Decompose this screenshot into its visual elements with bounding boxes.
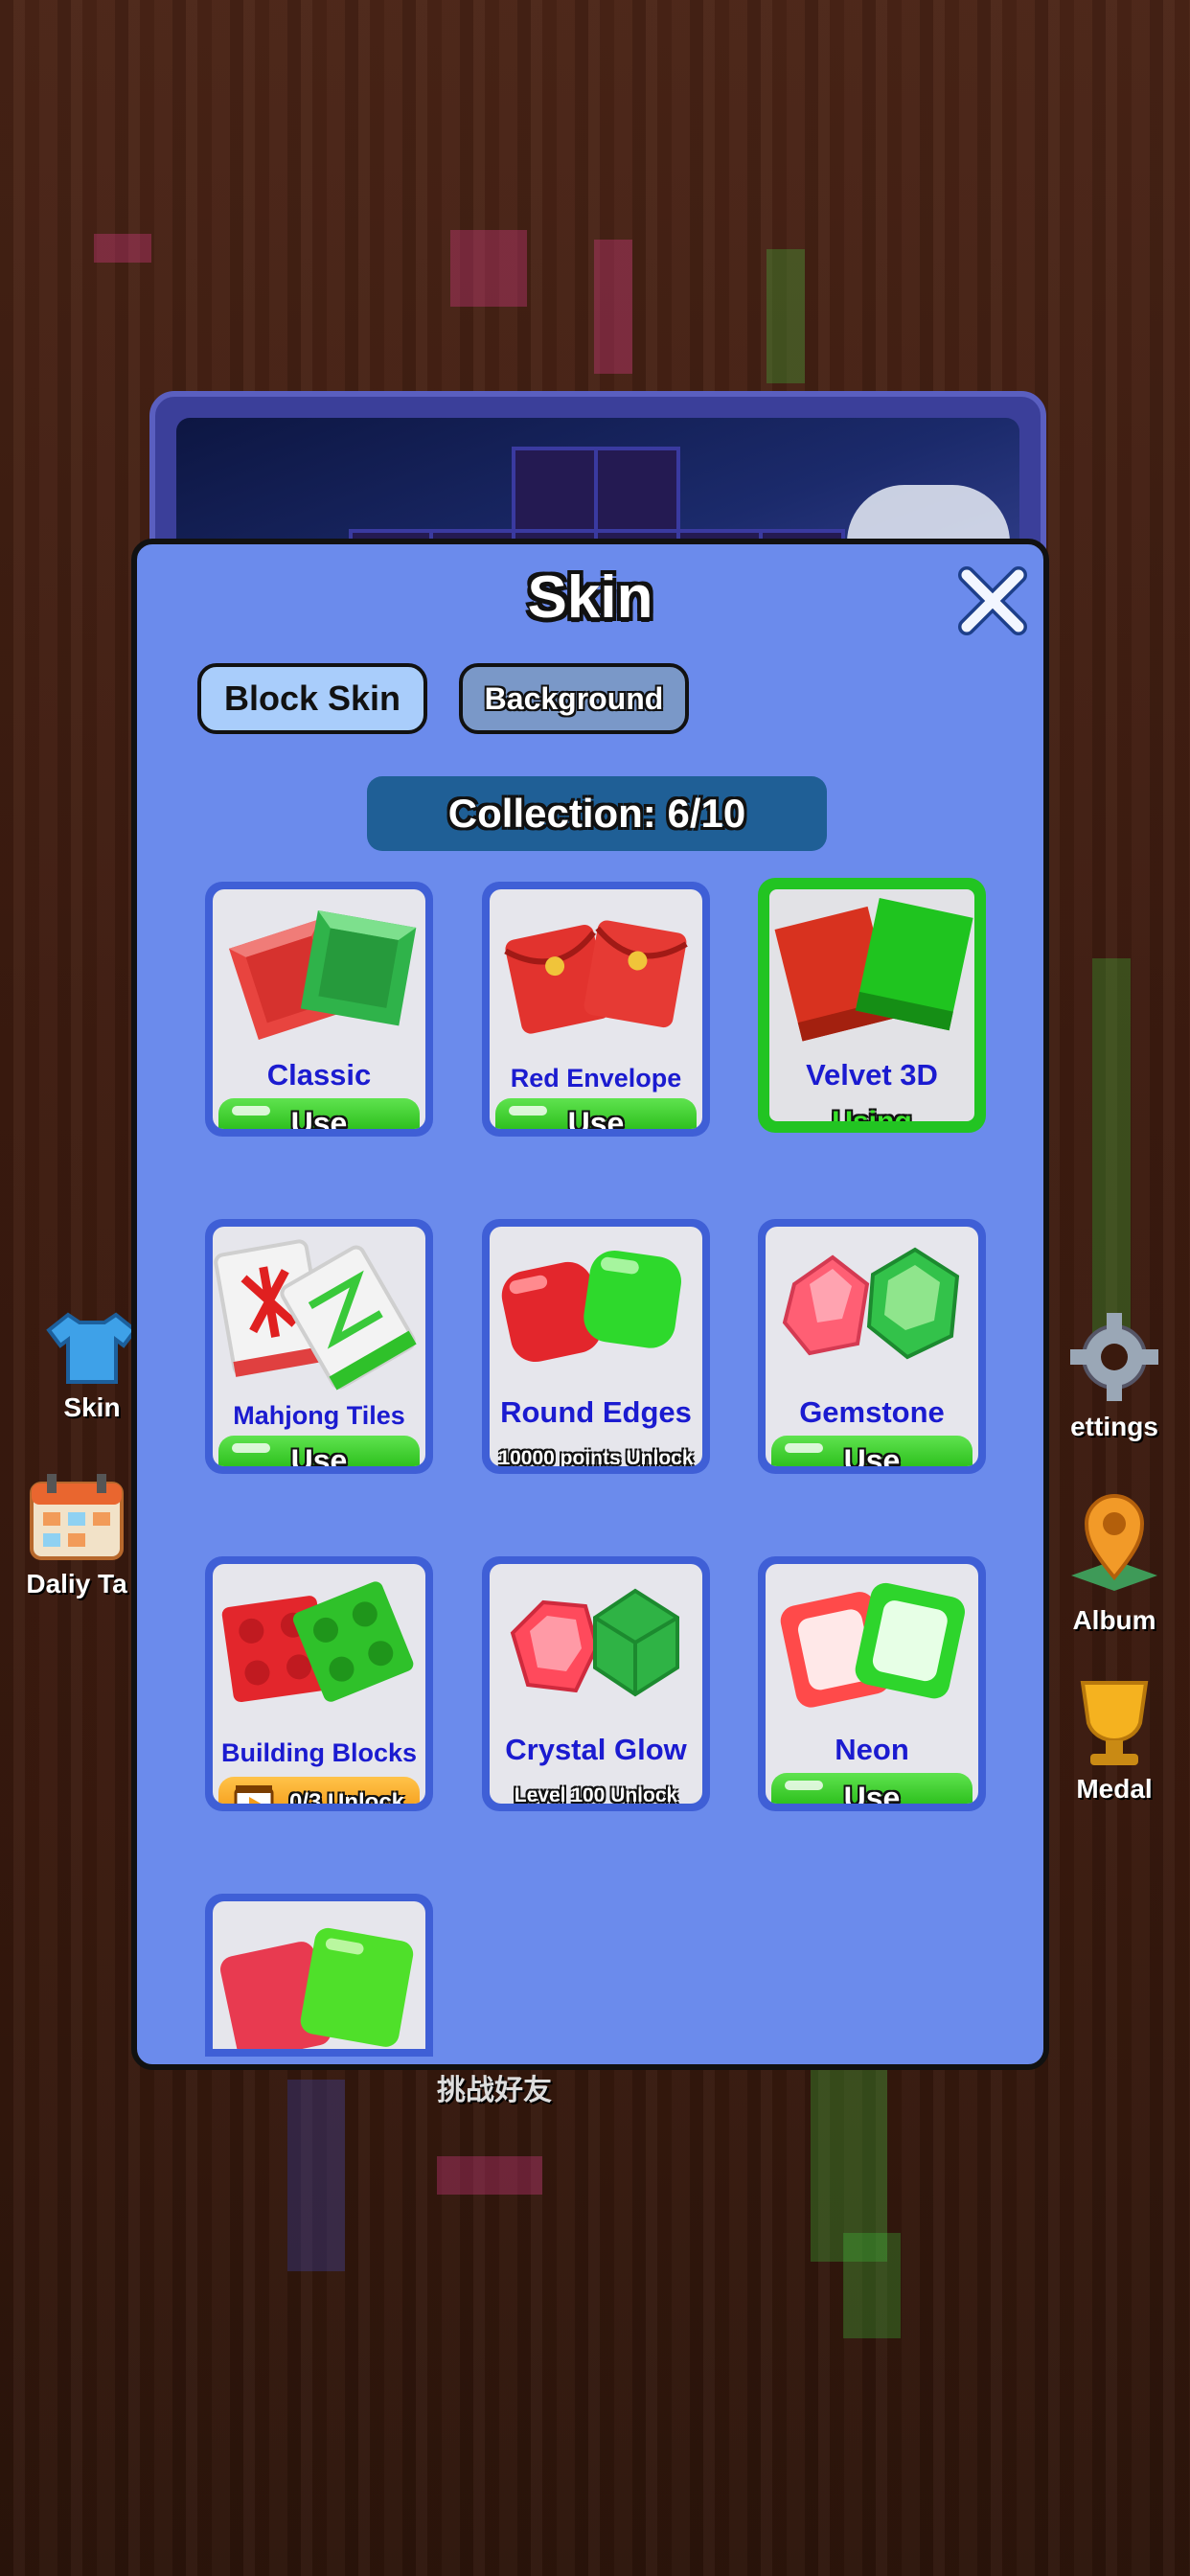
calendar-icon (30, 1474, 124, 1560)
skin-card-red-envelope[interactable]: Red Envelope Use (482, 882, 710, 1137)
skin-card-round-edges[interactable]: Round Edges 10000 points Unlock (482, 1219, 710, 1474)
skin-card-mahjong-tiles[interactable]: Mahjong Tiles Use (205, 1219, 433, 1474)
use-button[interactable]: Use (771, 1436, 973, 1466)
using-status: Using (832, 1106, 912, 1125)
skin-name: Mahjong Tiles (233, 1401, 405, 1430)
use-button-label: Use (843, 1781, 901, 1804)
daily-task-label: Daliy Ta (26, 1569, 127, 1598)
velvet-3d-icon (774, 898, 973, 1042)
background-piece (594, 240, 632, 374)
challenge-friends-label: 挑战好友 (437, 2075, 552, 2106)
dialog-title: Skin (527, 564, 653, 631)
background-piece (450, 230, 527, 307)
crystal-glow-icon (510, 1588, 679, 1697)
background-piece (843, 2233, 901, 2338)
use-button-label: Use (567, 1106, 625, 1129)
video-icon (234, 1784, 274, 1804)
use-button[interactable]: Use (771, 1773, 973, 1804)
close-button[interactable] (955, 564, 1030, 638)
background-piece (1092, 958, 1131, 1361)
gemstone-icon (782, 1247, 960, 1360)
use-button-label: Use (843, 1443, 901, 1466)
skin-name: Gemstone (799, 1395, 945, 1429)
background-piece (94, 234, 151, 263)
skin-card-classic[interactable]: Classic Use (205, 882, 433, 1137)
red-envelope-icon (504, 920, 688, 1034)
map-pin-icon (1071, 1494, 1157, 1591)
use-button[interactable]: Use (495, 1098, 697, 1129)
daily-task-button[interactable]: Daliy Ta (0, 1470, 153, 1599)
unlock-progress-label: 0/3 Unlock (288, 1788, 405, 1805)
mahjong-tiles-icon (214, 1239, 417, 1391)
neon-icon (780, 1582, 965, 1708)
gear-icon (1070, 1313, 1158, 1401)
tshirt-icon (46, 1312, 138, 1384)
skin-name: Velvet 3D (806, 1058, 938, 1092)
tab-background[interactable]: Background (459, 663, 689, 734)
use-button-label: Use (290, 1443, 348, 1466)
watch-video-unlock-button[interactable]: 0/3 Unlock (218, 1777, 420, 1804)
album-label: Album (1072, 1605, 1156, 1635)
skin-name: Round Edges (500, 1395, 692, 1429)
close-icon (958, 566, 1027, 635)
skin-card-velvet-3d[interactable]: Velvet 3D Using (758, 878, 986, 1133)
tab-block-skin[interactable]: Block Skin (197, 663, 427, 734)
skin-name: Building Blocks (220, 1738, 418, 1767)
skin-card-crystal-glow[interactable]: Crystal Glow Level 100 Unlock (482, 1556, 710, 1811)
album-button[interactable]: Album (1039, 1484, 1190, 1636)
building-blocks-icon (221, 1581, 414, 1703)
background-piece (437, 2156, 542, 2195)
unlock-requirement: 10000 points Unlock (498, 1447, 694, 1466)
medal-label: Medal (1076, 1774, 1153, 1804)
medal-button[interactable]: Medal (1039, 1675, 1190, 1805)
collection-counter: Collection: 6/10 (367, 776, 827, 851)
skin-card-building-blocks[interactable]: Building Blocks 0/3 Unlock (205, 1556, 433, 1811)
square-blocks-icon (220, 1927, 414, 2049)
skin-name: Neon (835, 1733, 909, 1766)
background-piece (767, 249, 805, 383)
skin-name: Classic (266, 1058, 372, 1092)
skin-name: Crystal Glow (505, 1733, 687, 1766)
skin-name: Red Envelope (510, 1064, 682, 1092)
unlock-requirement: Level 100 Unlock (514, 1784, 678, 1804)
skin-card-partial[interactable] (205, 1894, 433, 2057)
settings-label: ettings (1070, 1412, 1158, 1441)
use-button[interactable]: Use (218, 1098, 420, 1129)
use-button[interactable]: Use (218, 1436, 420, 1466)
round-edges-icon (501, 1250, 681, 1363)
settings-button[interactable]: ettings (1039, 1309, 1190, 1442)
use-button-label: Use (290, 1106, 348, 1129)
trophy-icon (1080, 1681, 1149, 1765)
skin-card-neon[interactable]: Neon Use (758, 1556, 986, 1811)
skin-card-gemstone[interactable]: Gemstone Use (758, 1219, 986, 1474)
classic-blocks-icon (228, 909, 417, 1041)
background-piece (287, 2080, 345, 2271)
skin-dialog: Skin Block Skin Background Collection: 6… (131, 539, 1049, 2070)
